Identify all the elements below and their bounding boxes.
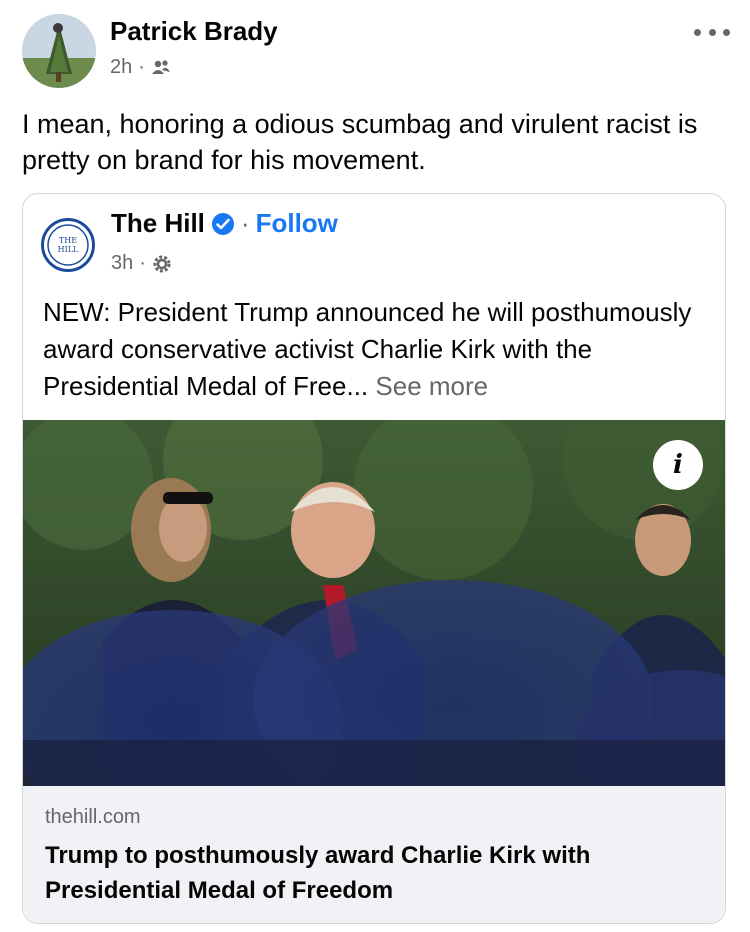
shared-post-text: NEW: President Trump announced he will p…: [43, 294, 713, 405]
post-text: I mean, honoring a odious scumbag and vi…: [22, 109, 698, 175]
more-dot-icon: [723, 28, 730, 36]
link-preview[interactable]: thehill.com Trump to posthumously award …: [23, 786, 725, 923]
meta-separator: ·: [139, 252, 146, 274]
author-avatar[interactable]: [22, 14, 96, 88]
shared-post-card[interactable]: THE HILL The Hill · Follow 3h · NEW: Pre…: [22, 193, 726, 924]
info-icon: i: [673, 450, 683, 480]
meta-separator: ·: [138, 56, 145, 78]
more-dot-icon: [708, 28, 716, 36]
more-dot-icon: [694, 28, 701, 36]
post-meta: 2h ·: [110, 56, 171, 79]
follow-button[interactable]: Follow: [256, 208, 338, 239]
news-photo[interactable]: i: [23, 420, 725, 786]
page-avatar[interactable]: THE HILL: [41, 218, 95, 272]
link-title[interactable]: Trump to posthumously award Charlie Kirk…: [45, 838, 685, 908]
author-name[interactable]: Patrick Brady: [110, 16, 278, 47]
see-more-link[interactable]: See more: [375, 371, 488, 401]
page-avatar-logo-text: THE: [59, 236, 77, 245]
settings-gear-icon: [153, 255, 171, 272]
link-domain: thehill.com: [45, 806, 141, 828]
shared-post-body: NEW: President Trump announced he will p…: [43, 297, 692, 401]
verified-badge-icon: [211, 212, 234, 235]
info-button[interactable]: i: [653, 440, 703, 490]
friends-icon: [151, 59, 170, 74]
facebook-post: Patrick Brady 2h · I mean, honoring a od…: [0, 0, 750, 932]
page-name[interactable]: The Hill: [111, 208, 205, 239]
shared-post-time[interactable]: 3h: [111, 252, 133, 275]
shared-post-meta: 3h ·: [111, 252, 172, 275]
more-options-button[interactable]: [694, 24, 730, 40]
page-avatar-logo-text-2: HILL: [58, 245, 79, 254]
post-time[interactable]: 2h: [110, 56, 132, 79]
follow-separator: ·: [240, 208, 250, 238]
page-header: The Hill · Follow: [111, 208, 338, 239]
